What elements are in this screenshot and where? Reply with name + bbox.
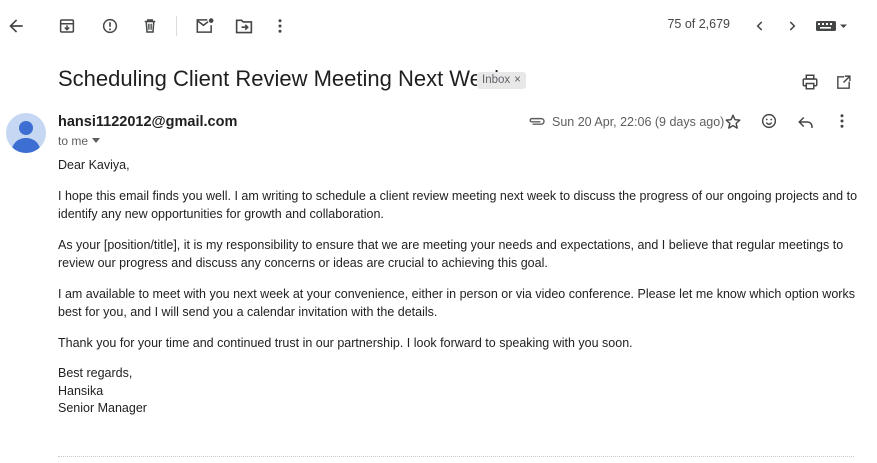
body-paragraph: Thank you for your time and continued tr…: [58, 336, 633, 350]
star-icon[interactable]: [723, 112, 743, 132]
avatar[interactable]: [6, 113, 46, 153]
to-me-label: to me: [58, 134, 89, 148]
attachment-icon: [527, 114, 546, 128]
email-body: Dear Kaviya, I hope this email finds you…: [58, 156, 858, 418]
dropdown-arrow-icon: [92, 138, 101, 144]
report-spam-icon[interactable]: [98, 14, 122, 38]
toolbar-separator: [176, 16, 177, 36]
emoji-reaction-icon[interactable]: [759, 111, 779, 131]
more-vert-icon[interactable]: [268, 14, 292, 38]
email-subject: Scheduling Client Review Meeting Next We…: [58, 66, 506, 91]
signature-name: Hansika: [58, 383, 104, 398]
label-chip-text: Inbox: [482, 74, 511, 86]
archive-icon[interactable]: [55, 14, 79, 38]
message-more-vert-icon[interactable]: [832, 111, 852, 131]
open-new-window-icon[interactable]: [833, 72, 853, 92]
closing: Best regards,: [58, 366, 133, 380]
pager-count: 75 of 2,679: [667, 17, 730, 31]
body-paragraph: I hope this email finds you well. I am w…: [58, 189, 858, 221]
delete-icon[interactable]: [138, 14, 162, 38]
body-paragraph: I am available to meet with you next wee…: [58, 287, 855, 319]
message-divider: [58, 456, 854, 457]
greeting: Dear Kaviya,: [58, 158, 130, 172]
print-icon[interactable]: [800, 72, 820, 92]
mark-unread-icon[interactable]: [193, 14, 217, 38]
newer-chevron-right-icon[interactable]: [780, 14, 804, 38]
email-date: Sun 20 Apr, 22:06 (9 days ago): [552, 115, 725, 129]
back-arrow-icon[interactable]: [4, 14, 28, 38]
sender-email[interactable]: hansi1122012@gmail.com: [58, 114, 237, 130]
body-paragraph: As your [position/title], it is my respo…: [58, 238, 844, 270]
older-chevron-left-icon[interactable]: [748, 14, 772, 38]
signature-title: Senior Manager: [58, 401, 147, 415]
inbox-label-chip: Inbox ×: [477, 72, 526, 89]
email-toolbar: 75 of 2,679: [0, 0, 877, 52]
reply-icon[interactable]: [796, 112, 816, 132]
input-tools-keyboard-icon[interactable]: [814, 14, 850, 38]
recipient-details-toggle[interactable]: to me: [58, 134, 101, 148]
signature: Best regards, Hansika Senior Manager: [58, 365, 858, 418]
move-to-icon[interactable]: [232, 14, 256, 38]
remove-label-button[interactable]: ×: [514, 74, 521, 86]
